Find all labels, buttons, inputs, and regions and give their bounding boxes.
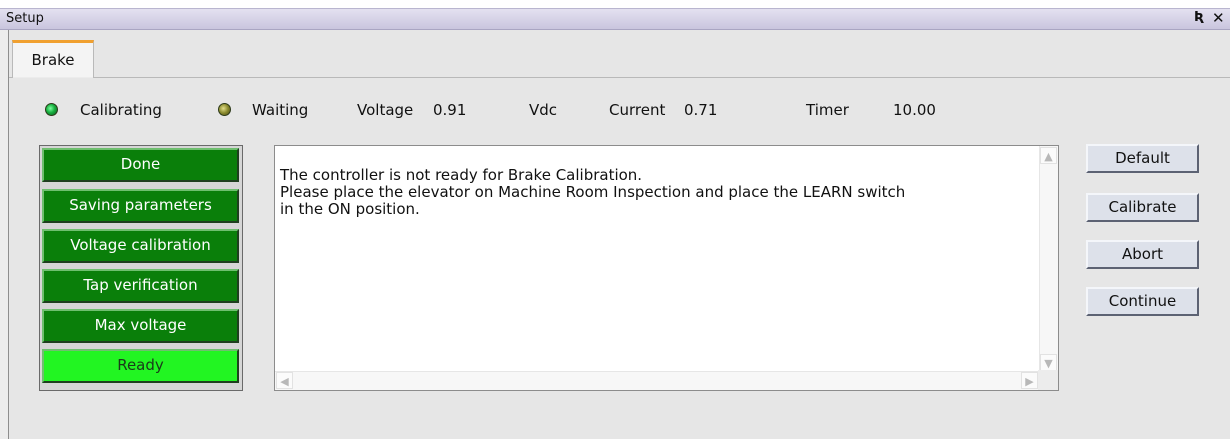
scroll-up-icon[interactable]: ▲ bbox=[1040, 147, 1057, 164]
message-text: The controller is not ready for Brake Ca… bbox=[280, 166, 906, 218]
tab-divider bbox=[9, 77, 1230, 78]
voltage-unit: Vdc bbox=[529, 101, 558, 119]
calibrating-led-icon bbox=[45, 103, 58, 116]
current-value: 0.71 bbox=[684, 101, 718, 119]
timer-label: Timer bbox=[806, 101, 849, 119]
step-done: Done bbox=[42, 148, 239, 182]
vertical-scrollbar[interactable]: ▲ ▼ bbox=[1039, 146, 1058, 372]
window-title: Setup bbox=[6, 11, 44, 26]
close-icon[interactable]: ✕ bbox=[1212, 9, 1225, 27]
message-box[interactable]: The controller is not ready for Brake Ca… bbox=[274, 145, 1059, 391]
voltage-label: Voltage bbox=[357, 101, 414, 119]
page-top-strip bbox=[0, 0, 1230, 8]
waiting-label: Waiting bbox=[252, 101, 309, 119]
step-max-voltage: Max voltage bbox=[42, 309, 239, 343]
timer-value: 10.00 bbox=[893, 101, 936, 119]
abort-button[interactable]: Abort bbox=[1086, 240, 1199, 269]
horizontal-scrollbar[interactable]: ◀ ▶ bbox=[275, 371, 1039, 390]
pin-icon[interactable]: Ʀ bbox=[1194, 10, 1204, 25]
tab-brake[interactable]: Brake bbox=[12, 40, 94, 78]
step-tap-verification: Tap verification bbox=[42, 269, 239, 303]
current-label: Current bbox=[609, 101, 666, 119]
step-voltage-calibration: Voltage calibration bbox=[42, 229, 239, 263]
voltage-value: 0.91 bbox=[433, 101, 467, 119]
tab-strip bbox=[9, 30, 1230, 78]
calibrate-button[interactable]: Calibrate bbox=[1086, 193, 1199, 222]
default-button[interactable]: Default bbox=[1086, 144, 1199, 173]
scroll-right-icon[interactable]: ▶ bbox=[1021, 372, 1038, 389]
step-saving-parameters: Saving parameters bbox=[42, 189, 239, 223]
continue-button[interactable]: Continue bbox=[1086, 287, 1199, 316]
step-ready: Ready bbox=[42, 349, 239, 383]
title-bar: Setup Ʀ ✕ bbox=[0, 8, 1230, 30]
scroll-down-icon[interactable]: ▼ bbox=[1040, 354, 1057, 371]
scroll-left-icon[interactable]: ◀ bbox=[276, 372, 293, 389]
waiting-led-icon bbox=[218, 103, 231, 116]
calibrating-label: Calibrating bbox=[80, 101, 162, 119]
scroll-corner bbox=[1038, 370, 1058, 390]
